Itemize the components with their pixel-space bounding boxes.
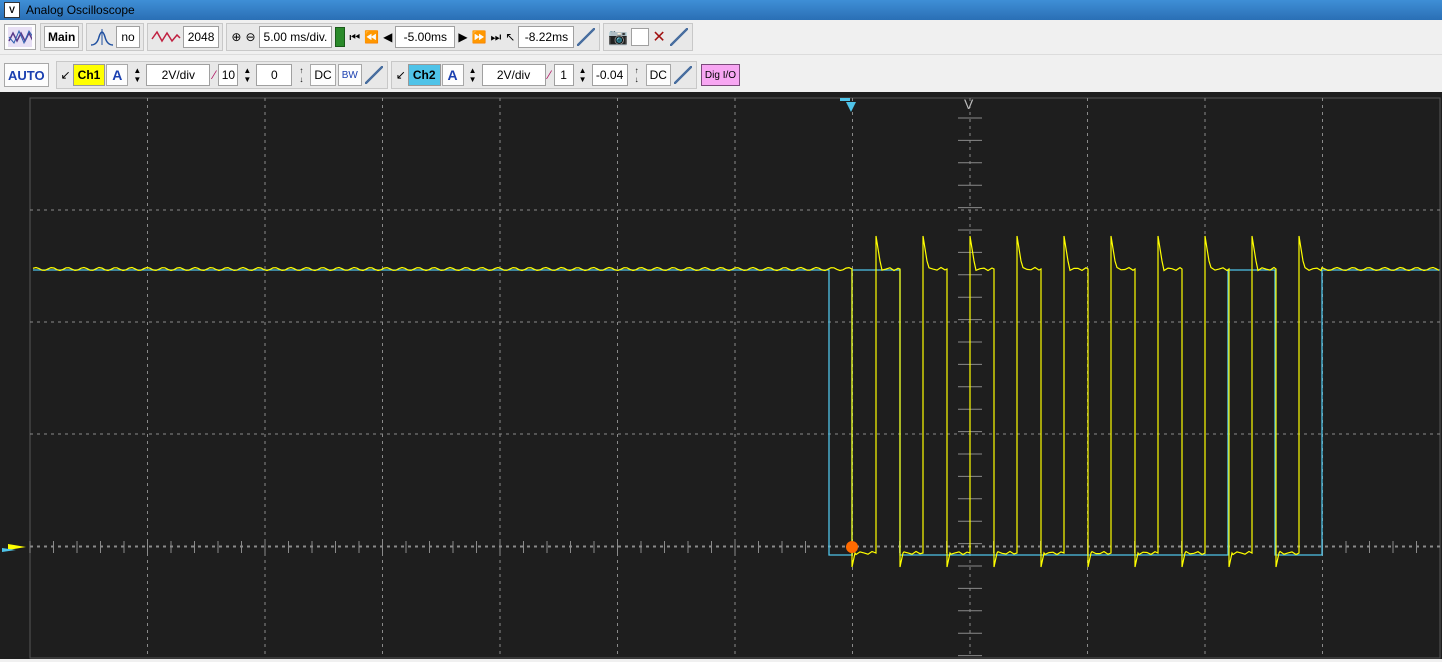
timebase-field[interactable]: 5.00 ms/div. <box>258 26 333 48</box>
ch2-scale-field[interactable]: 2V/div <box>481 64 546 86</box>
zoom-in-icon[interactable]: ⊕ <box>231 30 241 44</box>
ch1-bw-button[interactable]: BW <box>337 64 362 86</box>
capture-edit-icon[interactable] <box>669 28 688 46</box>
ch1-coupling-button[interactable]: DC <box>310 64 336 86</box>
scope-display[interactable]: V <box>0 92 1442 659</box>
camera-icon[interactable]: 📷 <box>608 27 628 47</box>
timebase-edit-icon[interactable] <box>577 28 596 46</box>
samples-group: 2048 <box>146 23 224 51</box>
ch2-offset-stepper[interactable]: ▲ ▼ <box>576 64 590 86</box>
jump-end-icon[interactable]: ⏭ <box>491 30 502 45</box>
channel-toolbar: AUTO ↙ Ch1 A ▲ ▼ 2V/div ⁄ 10 ▲ ▼ 0 ↑ ↓ DC B… <box>0 58 1442 92</box>
main-group: Main <box>40 23 84 51</box>
ch2-probe-field[interactable]: 1 <box>553 64 574 86</box>
step-back-icon[interactable]: ◀ <box>383 30 392 44</box>
sine-icon[interactable] <box>150 27 182 47</box>
timebase-group: ⊕ ⊖ 5.00 ms/div. ⏮ ⏪ ◀ -5.00ms ▶ ⏩ ⏭ ↖ -… <box>226 23 601 51</box>
ch1-offset-field[interactable]: 0 <box>256 64 293 86</box>
zoom-out-icon[interactable]: ⊖ <box>245 30 255 44</box>
vertical-cursor-label: V <box>964 96 974 112</box>
ch2-offset-field[interactable]: -0.04 <box>591 64 628 86</box>
main-button[interactable]: Main <box>44 26 80 48</box>
ch1-probe-icon[interactable]: ↙ <box>61 68 71 82</box>
auto-button[interactable]: AUTO <box>4 63 49 87</box>
ch2-button[interactable]: Ch2 <box>407 64 441 86</box>
ch1-scale-field[interactable]: 2V/div <box>146 64 211 86</box>
step-forward-icon[interactable]: ▶ <box>458 30 467 44</box>
trigger-position-bar <box>840 98 850 101</box>
ch2-group: ↙ Ch2 A ▲ ▼ 2V/div ⁄ 1 ▲ ▼ -0.04 ↑ ↓ DC <box>390 61 697 89</box>
ch2-probe-pen-icon[interactable]: ⁄ <box>549 68 551 82</box>
ch2-probe-icon[interactable]: ↙ <box>396 68 406 82</box>
window-title: Analog Oscilloscope <box>26 3 135 17</box>
trigger-mode-field[interactable]: no <box>116 26 140 48</box>
ch1-button[interactable]: Ch1 <box>72 64 106 86</box>
ch1-group: ↙ Ch1 A ▲ ▼ 2V/div ⁄ 10 ▲ ▼ 0 ↑ ↓ DC BW <box>55 61 388 89</box>
jump-start-icon[interactable]: ⏮ <box>349 30 360 45</box>
pointer-icon[interactable]: ↖ <box>505 30 515 44</box>
capture-group: 📷 ✕ <box>603 23 693 51</box>
waveform-view-button[interactable] <box>4 24 36 50</box>
ch1-probe-pen-icon[interactable]: ⁄ <box>213 68 215 82</box>
scope-background <box>0 92 1442 659</box>
gaussian-icon[interactable] <box>89 27 115 47</box>
trigger-mode-group: no <box>86 23 144 51</box>
ch1-offset-vertical-icon[interactable]: ↑ ↓ <box>294 64 308 86</box>
main-toolbar: Main no 2048 ⊕ ⊖ 5.00 ms/div. ⏮ ⏪ ◀ -5.0… <box>0 20 1442 55</box>
samples-field[interactable]: 2048 <box>182 26 220 48</box>
cursor-field[interactable]: -8.22ms <box>518 26 575 48</box>
ch1-a-button[interactable]: A <box>106 64 129 86</box>
ch1-offset-stepper[interactable]: ▲ ▼ <box>240 64 254 86</box>
close-icon[interactable]: ✕ <box>652 27 665 47</box>
ch1-probe-field[interactable]: 10 <box>218 64 239 86</box>
ch2-a-button[interactable]: A <box>441 64 464 86</box>
ch2-edit-icon[interactable] <box>673 66 692 84</box>
position-field[interactable]: -5.00ms <box>395 26 456 48</box>
title-bar: V Analog Oscilloscope <box>0 0 1442 20</box>
ch2-coupling-button[interactable]: DC <box>645 64 671 86</box>
ch2-offset-vertical-icon[interactable]: ↑ ↓ <box>630 64 644 86</box>
ch2-scale-stepper[interactable]: ▲ ▼ <box>466 64 480 86</box>
position-marker-icon[interactable] <box>335 27 346 47</box>
capture-checkbox[interactable] <box>631 28 650 46</box>
fast-forward-icon[interactable]: ⏩ <box>472 30 487 44</box>
dig-io-button[interactable]: Dig I/O <box>700 64 741 86</box>
fast-back-icon[interactable]: ⏪ <box>364 30 379 44</box>
scope-canvas[interactable]: V <box>0 92 1442 659</box>
ch1-scale-stepper[interactable]: ▲ ▼ <box>130 64 144 86</box>
auto-label: AUTO <box>8 67 45 83</box>
app-icon: V <box>4 2 20 18</box>
waveform-icon <box>8 27 32 47</box>
trigger-level-marker[interactable] <box>846 541 858 553</box>
ch1-edit-icon[interactable] <box>364 66 383 84</box>
